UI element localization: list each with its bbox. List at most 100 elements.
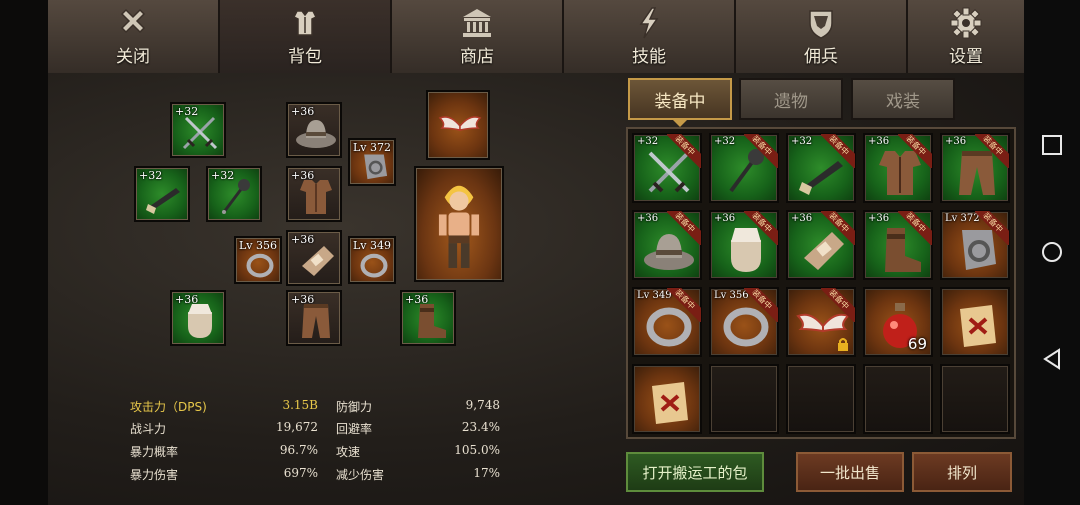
equipped-tag: 装备中 [667, 134, 701, 168]
equip-slot-armor[interactable]: +36 [286, 166, 342, 222]
equipped-tag-label: 装备中 [667, 288, 701, 322]
equipped-tag-label: 装备中 [975, 134, 1009, 168]
inventory-slot[interactable] [632, 364, 702, 434]
equipped-tag: 装备中 [975, 211, 1009, 245]
equip-slot-helmet[interactable]: +36 [286, 102, 342, 158]
lightning-icon [639, 7, 659, 39]
inventory-slot[interactable]: Lv 372 装备中 [940, 210, 1010, 280]
inventory-slot-empty[interactable] [709, 364, 779, 434]
inventory-slot[interactable]: 装备中 [786, 287, 856, 357]
slot-badge: +36 [714, 213, 736, 224]
inventory-slot[interactable]: Lv 356 装备中 [709, 287, 779, 357]
equipped-tag-label: 装备中 [821, 134, 855, 168]
inventory-slot[interactable]: Lv 349 装备中 [632, 287, 702, 357]
nav-tab-label: 佣兵 [804, 47, 838, 67]
inventory-slot-empty[interactable] [863, 364, 933, 434]
slot-badge: +36 [945, 136, 967, 147]
inventory-slot-empty[interactable] [940, 364, 1010, 434]
equip-slot-ring-1[interactable]: Lv 356 [234, 236, 282, 284]
slot-badge: +36 [637, 213, 659, 224]
equipped-tag: 装备中 [744, 211, 778, 245]
equipped-tag-label: 装备中 [821, 288, 855, 322]
nav-tab-shop[interactable]: 商店 [392, 0, 564, 73]
inventory-slot[interactable]: +36 装备中 [786, 210, 856, 280]
stat-value-evasion: 23.4% [461, 420, 500, 434]
inventory-slot[interactable]: +36 装备中 [632, 210, 702, 280]
equip-slot-boots[interactable]: +36 [400, 290, 456, 346]
button-label: 排列 [946, 463, 977, 482]
inventory-slot[interactable]: +36 装备中 [940, 133, 1010, 203]
top-nav-bar: 关闭 背包 商店 技能 佣兵 设置 [48, 0, 1024, 73]
mace-icon [222, 179, 250, 214]
equip-slot-ring-2[interactable]: Lv 349 [348, 236, 396, 284]
equipped-tag: 装备中 [821, 211, 855, 245]
equip-slot-gun[interactable]: +32 [134, 166, 190, 222]
stat-value-crit-rate: 96.7% [279, 443, 318, 457]
armor-icon [292, 10, 318, 36]
inventory-slot[interactable] [940, 287, 1010, 357]
ring-icon [360, 253, 388, 278]
back-icon[interactable] [1041, 348, 1063, 370]
inventory-slot[interactable]: +36 装备中 [863, 133, 933, 203]
equip-slot-pants[interactable]: +36 [286, 290, 342, 346]
glove-icon [188, 304, 212, 338]
equipped-tag-label: 装备中 [821, 211, 855, 245]
button-label: 一批出售 [819, 463, 880, 482]
nav-tab-inventory[interactable]: 背包 [220, 0, 392, 73]
inventory-slot[interactable]: +32 装备中 [632, 133, 702, 203]
stat-value-attack-speed: 105.0% [454, 443, 500, 457]
equipped-tag: 装备中 [898, 134, 932, 168]
shield-icon [809, 10, 833, 39]
equip-slot-wings[interactable] [426, 90, 490, 160]
nav-tab-label: 背包 [288, 47, 322, 67]
ring-icon [246, 253, 274, 278]
equipped-tag-label: 装备中 [667, 211, 701, 245]
gear-icon [950, 7, 982, 39]
stat-label-crit-damage: 暴力伤害 [130, 468, 179, 482]
armor-chest-icon [300, 180, 332, 214]
equip-slot-bracer[interactable]: Lv 372 [348, 138, 396, 186]
equip-slot-gloves[interactable]: +36 [170, 290, 226, 346]
inventory-slot[interactable]: +32 装备中 [709, 133, 779, 203]
nav-tab-skills[interactable]: 技能 [564, 0, 736, 73]
open-porter-bag-button[interactable]: 打开搬运工的包 [626, 452, 764, 492]
tab-label: 戏装 [886, 91, 920, 112]
hat-icon [296, 120, 336, 148]
tab-costumes[interactable]: 戏装 [851, 78, 955, 120]
nav-tab-close[interactable]: 关闭 [48, 0, 220, 73]
slot-badge: +36 [791, 213, 813, 224]
inventory-slot[interactable]: +36 装备中 [709, 210, 779, 280]
tab-equipped[interactable]: 装备中 [628, 78, 732, 120]
inventory-slot-empty[interactable] [786, 364, 856, 434]
gun-icon [146, 188, 180, 214]
slot-badge: +32 [637, 136, 659, 147]
tab-relics[interactable]: 遗物 [739, 78, 843, 120]
bulk-sell-button[interactable]: 一批出售 [796, 452, 904, 492]
inventory-slot[interactable]: +36 装备中 [863, 210, 933, 280]
sort-button[interactable]: 排列 [912, 452, 1012, 492]
shop-building-icon [463, 9, 491, 37]
inventory-grid: +32 装备中 +32 装备中 +32 装备中 +36 装备中 +36 装备中 +36 装备中 +36 装… [626, 127, 1016, 439]
nav-tab-settings[interactable]: 设置 [908, 0, 1024, 73]
stat-label-dps: 攻击力（DPS) [130, 400, 207, 414]
stat-value-damage-reduction: 17% [473, 466, 500, 480]
stat-value-power: 19,672 [276, 420, 318, 434]
stat-label-defense: 防御力 [336, 400, 373, 414]
stat-label-evasion: 回避率 [336, 422, 373, 436]
equip-slot-weapon[interactable]: +32 [170, 102, 226, 158]
wings-icon [438, 116, 482, 131]
equipped-tag: 装备中 [667, 211, 701, 245]
equip-slot-mace[interactable]: +32 [206, 166, 262, 222]
inventory-slot[interactable]: +32 装备中 [786, 133, 856, 203]
equipped-tag: 装备中 [744, 288, 778, 322]
equip-slot-gauntlet[interactable]: +36 [286, 230, 342, 286]
lock-icon [838, 338, 848, 351]
nav-tab-mercenary[interactable]: 佣兵 [736, 0, 908, 73]
recent-apps-icon[interactable] [1041, 134, 1063, 156]
home-icon[interactable] [1041, 241, 1063, 263]
inventory-slot[interactable]: 69 [863, 287, 933, 357]
equipped-tag: 装备中 [975, 134, 1009, 168]
slot-badge: +32 [791, 136, 813, 147]
item-count: 69 [907, 335, 927, 353]
equipped-tag-label: 装备中 [667, 134, 701, 168]
